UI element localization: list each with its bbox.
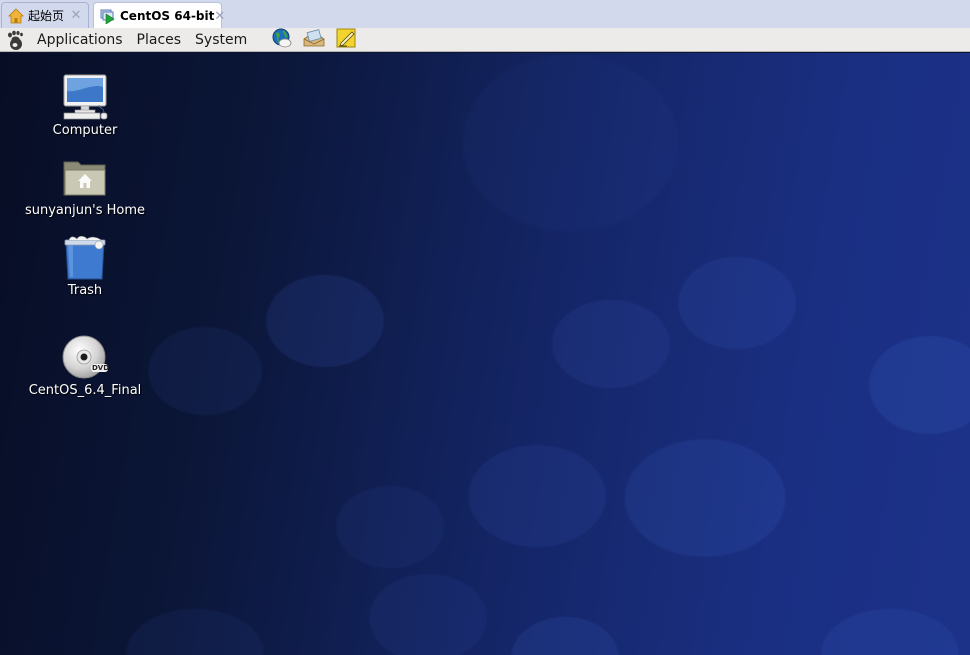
dvd-badge: DVD — [92, 364, 110, 372]
desktop-icon-dvd[interactable]: DVD CentOS_6.4_Final — [20, 333, 150, 398]
dvd-icon: DVD — [61, 333, 109, 381]
close-tab-icon[interactable]: ✕ — [214, 9, 225, 24]
gnome-foot-icon[interactable] — [4, 29, 26, 51]
mail-envelope-icon — [302, 27, 326, 53]
email-launcher[interactable] — [302, 27, 326, 53]
web-browser-launcher[interactable] — [270, 27, 294, 53]
desktop-icon-home[interactable]: sunyanjun's Home — [20, 153, 150, 218]
desktop[interactable]: Computer sunyanjun's Home Trash DVD Cent… — [0, 53, 970, 655]
vm-power-on-icon — [100, 8, 116, 25]
menu-places[interactable]: Places — [130, 29, 189, 51]
desktop-icon-trash[interactable]: Trash — [20, 233, 150, 298]
trash-icon — [61, 233, 109, 281]
home-folder-icon — [61, 153, 109, 201]
home-icon — [8, 7, 24, 24]
close-tab-icon[interactable]: ✕ — [70, 8, 82, 23]
vm-tab-strip: 起始页 ✕ CentOS 64-bit ✕ — [0, 0, 970, 29]
note-pencil-icon — [335, 27, 357, 53]
computer-icon — [61, 73, 109, 121]
tab-home[interactable]: 起始页 ✕ — [1, 2, 89, 28]
desktop-icon-label: sunyanjun's Home — [24, 203, 146, 218]
menu-applications[interactable]: Applications — [30, 29, 130, 51]
gnome-top-panel: Applications Places System — [0, 28, 970, 52]
desktop-icon-label: CentOS_6.4_Final — [28, 383, 142, 398]
desktop-icon-label: Computer — [52, 123, 118, 138]
tab-label: 起始页 — [28, 9, 65, 23]
globe-mail-icon — [271, 27, 293, 53]
desktop-icon-computer[interactable]: Computer — [20, 73, 150, 138]
desktop-icon-label: Trash — [67, 283, 103, 298]
tab-centos-vm[interactable]: CentOS 64-bit ✕ — [93, 2, 225, 29]
tab-label: CentOS 64-bit — [120, 9, 215, 23]
text-editor-launcher[interactable] — [334, 27, 358, 53]
menu-system[interactable]: System — [188, 29, 254, 51]
